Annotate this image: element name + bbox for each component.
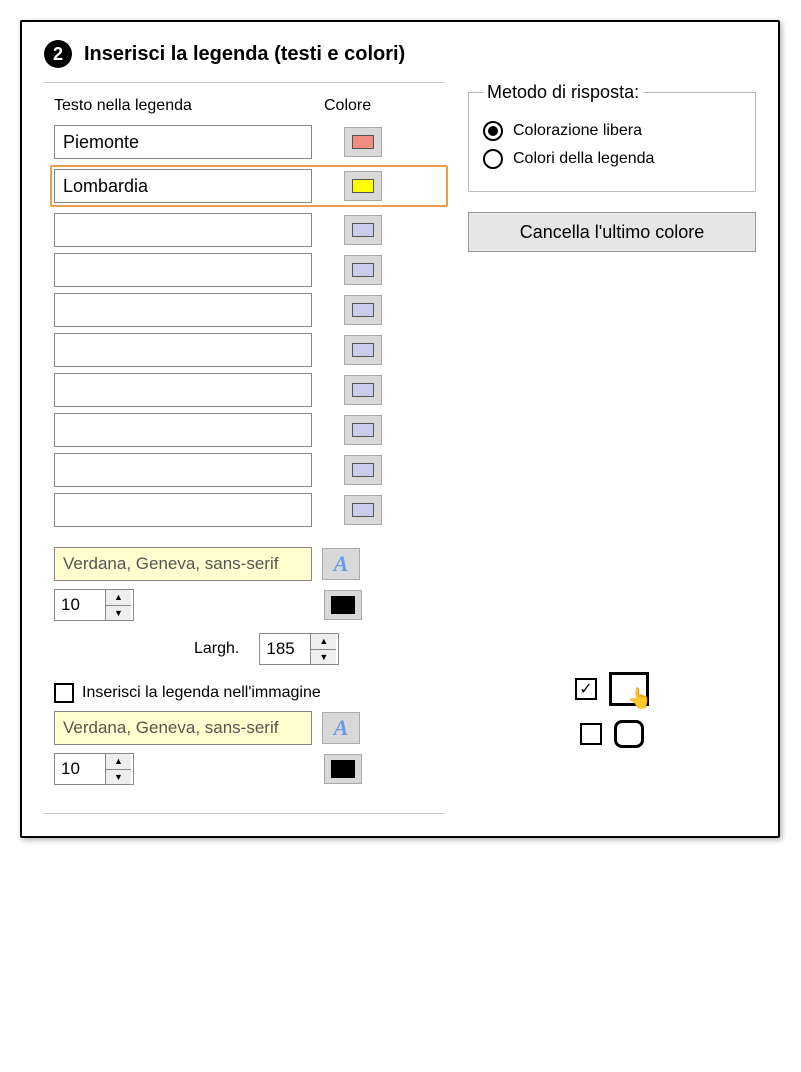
legend-text-input[interactable] (54, 413, 312, 447)
legend-color-button[interactable] (344, 295, 382, 325)
rounded-preview-icon (614, 720, 644, 748)
color-swatch-icon (352, 223, 374, 237)
legend-color-button[interactable] (344, 495, 382, 525)
radio-label: Colorazione libera (513, 122, 642, 140)
delete-last-color-button[interactable]: Cancella l'ultimo colore (468, 212, 756, 252)
legend-row (54, 333, 444, 367)
legend-text-input[interactable] (54, 293, 312, 327)
response-method-legend: Metodo di risposta: (483, 82, 643, 103)
legend-color-button[interactable] (344, 335, 382, 365)
width-label: Largh. (194, 640, 239, 658)
header-color: Colore (324, 97, 404, 115)
legend-row (54, 493, 444, 527)
insert-in-image-label: Inserisci la legenda nell'immagine (82, 684, 321, 702)
toggle-row-2 (580, 720, 644, 748)
legend-color-button[interactable] (344, 455, 382, 485)
legend-text-input[interactable] (54, 125, 312, 159)
color-swatch-icon (352, 463, 374, 477)
radio-option[interactable]: Colorazione libera (483, 121, 741, 141)
radio-option[interactable]: Colori della legenda (483, 149, 741, 169)
font-picker-button-2[interactable]: A (322, 712, 360, 744)
spinner-up-icon[interactable]: ▲ (106, 754, 131, 770)
legend-row (54, 373, 444, 407)
legend-row (54, 253, 444, 287)
color-swatch-icon (352, 179, 374, 193)
hand-cursor-icon: 👆 (627, 686, 652, 711)
spinner-down-icon[interactable]: ▼ (106, 770, 131, 785)
click-preview-icon: 👆 (609, 672, 649, 706)
legend-color-button[interactable] (344, 215, 382, 245)
legend-color-button[interactable] (344, 375, 382, 405)
font-row-2: A (54, 711, 444, 745)
spinner-up-icon[interactable]: ▲ (106, 590, 131, 606)
legend-text-input[interactable] (54, 453, 312, 487)
color-swatch-icon (352, 343, 374, 357)
font-size-spinner-1[interactable]: ▲ ▼ (54, 589, 134, 621)
width-input[interactable] (260, 634, 310, 664)
insert-in-image-row[interactable]: Inserisci la legenda nell'immagine (54, 683, 444, 703)
color-swatch-icon (352, 423, 374, 437)
legend-color-button[interactable] (344, 127, 382, 157)
legend-row (54, 125, 444, 159)
toggle-checkbox-2[interactable] (580, 723, 602, 745)
radio-label: Colori della legenda (513, 150, 654, 168)
legend-row (54, 293, 444, 327)
column-headers: Testo nella legenda Colore (54, 97, 444, 115)
legend-text-input[interactable] (54, 493, 312, 527)
width-spinner[interactable]: ▲ ▼ (259, 633, 339, 665)
section-title-text: Inserisci la legenda (testi e colori) (84, 43, 405, 66)
font-color-button-2[interactable] (324, 754, 362, 784)
legend-editor-column: Testo nella legenda Colore A ▲ ▼ (44, 82, 444, 814)
font-color-swatch-2 (331, 760, 355, 778)
step-number-badge: 2 (44, 40, 72, 68)
legend-text-input[interactable] (54, 213, 312, 247)
font-size-spinner-2[interactable]: ▲ ▼ (54, 753, 134, 785)
font-size-row-1: ▲ ▼ (54, 589, 444, 621)
color-swatch-icon (352, 303, 374, 317)
font-family-input-2[interactable] (54, 711, 312, 745)
legend-text-input[interactable] (54, 253, 312, 287)
header-text: Testo nella legenda (54, 97, 324, 115)
legend-row (54, 413, 444, 447)
color-swatch-icon (352, 263, 374, 277)
font-family-input-1[interactable] (54, 547, 312, 581)
legend-panel: 2 Inserisci la legenda (testi e colori) … (20, 20, 780, 838)
response-method-group: Metodo di risposta: Colorazione libera Co… (468, 82, 756, 192)
section-header: 2 Inserisci la legenda (testi e colori) (44, 40, 756, 68)
spinner-down-icon[interactable]: ▼ (106, 606, 131, 621)
toggle-area: 👆 (468, 672, 756, 748)
radio-button[interactable] (483, 149, 503, 169)
font-size-input-1[interactable] (55, 590, 105, 620)
font-picker-button-1[interactable]: A (322, 548, 360, 580)
color-swatch-icon (352, 383, 374, 397)
legend-text-input[interactable] (54, 169, 312, 203)
legend-row (54, 453, 444, 487)
legend-row (50, 165, 448, 207)
right-column: Metodo di risposta: Colorazione libera Co… (468, 82, 756, 748)
radio-button[interactable] (483, 121, 503, 141)
toggle-checkbox-1[interactable] (575, 678, 597, 700)
legend-row (54, 213, 444, 247)
legend-color-button[interactable] (344, 255, 382, 285)
color-swatch-icon (352, 135, 374, 149)
font-size-row-2: ▲ ▼ (54, 753, 444, 785)
width-row: Largh. ▲ ▼ (54, 633, 444, 665)
insert-in-image-checkbox[interactable] (54, 683, 74, 703)
font-size-input-2[interactable] (55, 754, 105, 784)
legend-text-input[interactable] (54, 373, 312, 407)
font-color-swatch-1 (331, 596, 355, 614)
spinner-down-icon[interactable]: ▼ (311, 650, 336, 665)
legend-color-button[interactable] (344, 171, 382, 201)
toggle-row-1: 👆 (575, 672, 649, 706)
spinner-up-icon[interactable]: ▲ (311, 634, 336, 650)
color-swatch-icon (352, 503, 374, 517)
legend-color-button[interactable] (344, 415, 382, 445)
font-color-button-1[interactable] (324, 590, 362, 620)
font-row-1: A (54, 547, 444, 581)
legend-text-input[interactable] (54, 333, 312, 367)
